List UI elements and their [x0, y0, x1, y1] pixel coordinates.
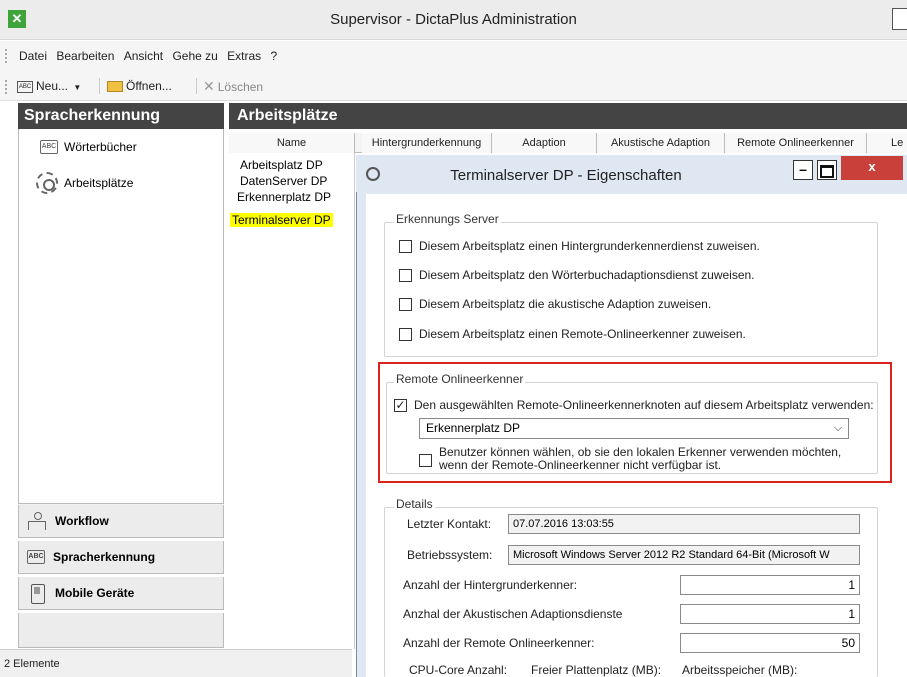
assign-acoustic-adaption-option[interactable]: Diesem Arbeitsplatz die akustische Adapt… [399, 295, 711, 313]
user-choice-line-2: wenn der Remote-Onlineerkenner nicht ver… [439, 458, 722, 472]
menu-bearbeiten[interactable]: Bearbeiten [53, 41, 117, 71]
column-header-adaption[interactable]: Adaption [492, 133, 597, 153]
remote-count-label: Anzahl der Remote Onlineerkenner: [403, 636, 595, 650]
main-header: Arbeitsplätze [229, 103, 907, 129]
assign-background-recognizer-option[interactable]: Diesem Arbeitsplatz einen Hintergrunderk… [399, 237, 760, 255]
option-label: Diesem Arbeitsplatz den Wörterbuchadapti… [419, 268, 755, 282]
window-minimize-button[interactable] [892, 8, 907, 30]
column-header-name[interactable]: Name [229, 133, 355, 153]
nav-item-label: Wörterbücher [64, 140, 137, 154]
workflow-icon [27, 511, 47, 531]
dictionary-icon: ABC [40, 140, 58, 154]
nav-header: Spracherkennung [18, 103, 224, 129]
user-choice-option[interactable]: Benutzer können wählen, ob sie den lokal… [419, 446, 841, 472]
nav-section-label: Mobile Geräte [55, 586, 135, 600]
list-item[interactable]: Arbeitsplatz DP [240, 157, 323, 173]
chevron-down-icon[interactable]: ⌵ [828, 418, 848, 439]
assign-acoustic-adaption-checkbox[interactable] [399, 297, 412, 311]
free-disk-label: Freier Plattenplatz (MB): [531, 663, 662, 677]
menu-extras[interactable]: Extras [224, 41, 264, 71]
column-header-le[interactable]: Le [867, 133, 907, 153]
menu-bar: Datei Bearbeiten Ansicht Gehe zu Extras … [0, 41, 907, 71]
acoustic-count-field[interactable]: 1 [680, 604, 860, 624]
dialog-title: Terminalserver DP - Eigenschaften [450, 167, 682, 184]
assign-background-recognizer-checkbox[interactable] [399, 239, 412, 253]
toolbar-grip [5, 80, 8, 94]
dialog-minimize-button[interactable]: – [793, 160, 813, 180]
assign-dictionary-adaption-checkbox[interactable] [399, 268, 412, 282]
dialog-maximize-button[interactable] [817, 160, 837, 180]
dictionary-icon: ABC [17, 80, 33, 93]
remote-count-field[interactable]: 50 [680, 633, 860, 653]
open-button[interactable]: Öffnen... [107, 76, 172, 96]
nav-item-woerterbuecher[interactable]: ABC Wörterbücher [40, 134, 137, 160]
toolbar-separator [99, 78, 100, 94]
ram-label: Arbeitsspeicher (MB): [682, 663, 798, 677]
server-group-title: Erkennungs Server [394, 212, 501, 226]
new-button-label: Neu... [36, 79, 69, 93]
list-item[interactable]: Erkennerplatz DP [237, 189, 331, 205]
nav-item-label: Arbeitsplätze [64, 176, 134, 190]
new-button[interactable]: ABC Neu... ▼ [17, 76, 81, 96]
nav-section-spracherkennung[interactable]: ABC Spracherkennung [18, 541, 224, 574]
column-header-hintergrunderkennung[interactable]: Hintergrunderkennung [362, 133, 492, 153]
nav-section-label: Workflow [55, 514, 109, 528]
user-choice-checkbox[interactable] [419, 454, 432, 467]
gear-icon [36, 172, 58, 194]
last-contact-label: Letzter Kontakt: [407, 517, 492, 531]
list-item-selected[interactable]: Terminalserver DP [230, 212, 333, 228]
option-label: Den ausgewählten Remote-Onlineerkennerkn… [414, 398, 874, 412]
delete-icon: ✕ [203, 78, 215, 94]
use-remote-nodes-option[interactable]: ✓ Den ausgewählten Remote-Onlineerkenner… [394, 396, 874, 414]
mobile-device-icon [27, 583, 47, 604]
folder-icon [107, 81, 123, 93]
open-button-label: Öffnen... [126, 79, 172, 93]
option-label: Diesem Arbeitsplatz einen Remote-Onlinee… [419, 327, 746, 341]
os-label: Betriebssystem: [407, 548, 493, 562]
menu-ansicht[interactable]: Ansicht [121, 41, 166, 71]
remote-node-select[interactable]: Erkennerplatz DP [419, 418, 849, 439]
assign-dictionary-adaption-option[interactable]: Diesem Arbeitsplatz den Wörterbuchadapti… [399, 266, 755, 284]
nav-section-mobile-geraete[interactable]: Mobile Geräte [18, 577, 224, 610]
menu-grip [5, 49, 8, 63]
cpu-core-label: CPU-Core Anzahl: [409, 663, 508, 677]
option-label: Diesem Arbeitsplatz einen Hintergrunderk… [419, 239, 760, 253]
list-item[interactable]: DatenServer DP [240, 173, 327, 189]
selected-item-label: Terminalserver DP [230, 213, 333, 227]
option-label: Diesem Arbeitsplatz die akustische Adapt… [419, 297, 712, 311]
toolbar-separator [196, 78, 197, 94]
assign-remote-recognizer-checkbox[interactable] [399, 327, 412, 341]
dictionary-icon: ABC [27, 550, 45, 564]
last-contact-field: 07.07.2016 13:03:55 [508, 514, 860, 534]
column-header-akustische-adaption[interactable]: Akustische Adaption [597, 133, 725, 153]
background-count-field[interactable]: 1 [680, 575, 860, 595]
remote-group-title: Remote Onlineerkenner [394, 372, 526, 386]
chevron-down-icon: ▼ [73, 83, 82, 92]
delete-button-label: Löschen [217, 80, 264, 94]
acoustic-count-label: Anzhal der Akustischen Adaptionsdienste [403, 607, 623, 621]
delete-button[interactable]: ✕ Löschen [203, 76, 263, 96]
details-group-title: Details [394, 497, 435, 511]
menu-help[interactable]: ? [268, 41, 281, 71]
menu-gehe-zu[interactable]: Gehe zu [169, 41, 220, 71]
os-field: Microsoft Windows Server 2012 R2 Standar… [508, 545, 860, 565]
nav-item-arbeitsplaetze[interactable]: Arbeitsplätze [36, 170, 133, 196]
background-count-label: Anzahl der Hintergrunderkenner: [403, 578, 578, 592]
column-header-remote-onlineerkenner[interactable]: Remote Onlineerkenner [725, 133, 867, 153]
user-choice-label: Benutzer können wählen, ob sie den lokal… [439, 446, 841, 472]
nav-overflow-strip [18, 613, 224, 648]
status-bar: 2 Elemente [0, 649, 352, 677]
dialog-close-button[interactable]: x [841, 156, 903, 180]
window-title: Supervisor - DictaPlus Administration [330, 11, 577, 28]
use-remote-nodes-checkbox[interactable]: ✓ [394, 398, 407, 412]
menu-datei[interactable]: Datei [16, 41, 50, 71]
nav-section-workflow[interactable]: Workflow [18, 505, 224, 538]
nav-section-label: Spracherkennung [53, 550, 156, 564]
assign-remote-recognizer-option[interactable]: Diesem Arbeitsplatz einen Remote-Onlinee… [399, 325, 746, 343]
